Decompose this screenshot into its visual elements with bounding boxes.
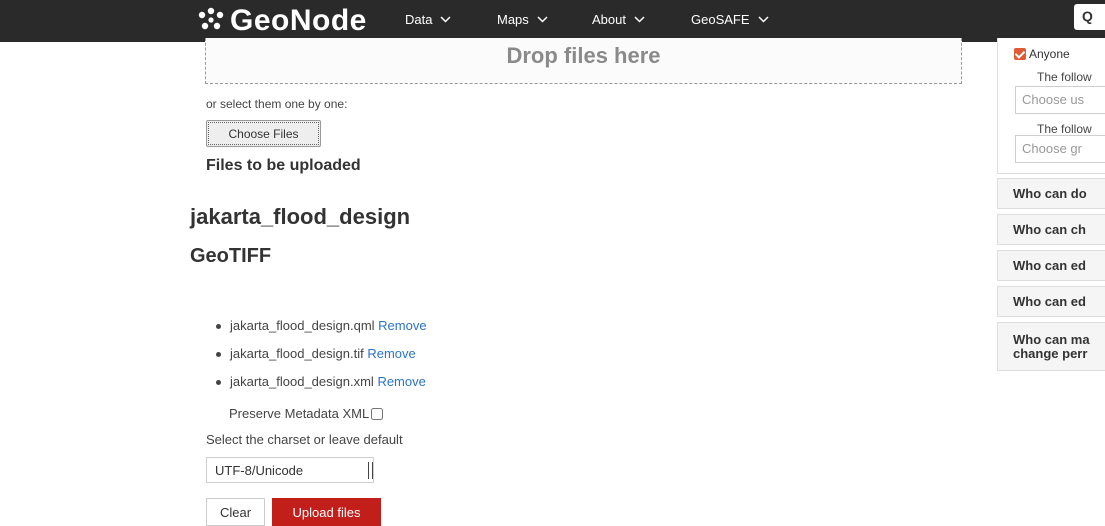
nav-data-menu[interactable]: Data	[405, 12, 451, 27]
file-name: jakarta_flood_design.xml	[230, 374, 374, 389]
file-name: jakarta_flood_design.qml	[230, 318, 375, 333]
remove-file-link[interactable]: Remove	[378, 318, 426, 333]
permission-row-label: Who can ch	[1013, 222, 1086, 237]
preserve-metadata-checkbox[interactable]	[371, 407, 383, 420]
follow-users-text: The follow	[1037, 70, 1092, 84]
list-item: jakarta_flood_design.tif Remove	[216, 346, 427, 374]
select-arrow-icon	[368, 462, 373, 479]
remove-file-link[interactable]: Remove	[367, 346, 415, 361]
chevron-down-icon	[634, 16, 645, 23]
nav-about-label: About	[592, 12, 626, 27]
permission-row-manage[interactable]: Who can ma change perr	[997, 322, 1105, 371]
file-name: jakarta_flood_design.tif	[230, 346, 364, 361]
top-navbar: GeoNode Data Maps About GeoSAFE Q	[0, 0, 1105, 42]
upload-files-button[interactable]: Upload files	[272, 498, 381, 526]
chevron-down-icon	[537, 16, 548, 23]
list-item: jakarta_flood_design.qml Remove	[216, 318, 427, 346]
brand-logo[interactable]: GeoNode	[196, 4, 367, 38]
nav-geosafe-menu[interactable]: GeoSAFE	[691, 12, 769, 27]
charset-label: Select the charset or leave default	[206, 432, 403, 447]
choose-files-button[interactable]: Choose Files	[206, 120, 321, 147]
layer-name-heading: jakarta_flood_design	[190, 204, 411, 229]
nav-data-label: Data	[405, 12, 433, 27]
nav-maps-menu[interactable]: Maps	[497, 12, 548, 27]
charset-select[interactable]: UTF-8/Unicode	[206, 457, 374, 483]
preserve-metadata-option: Preserve Metadata XML	[229, 406, 405, 421]
permission-row-label: Who can do	[1013, 186, 1087, 201]
select-files-hint: or select them one by one:	[206, 97, 348, 111]
permission-row-label: Who can ed	[1013, 258, 1086, 273]
search-input[interactable]: Q	[1074, 4, 1105, 30]
file-drop-zone[interactable]: Drop files here	[205, 38, 962, 84]
nav-maps-label: Maps	[497, 12, 529, 27]
remove-file-link[interactable]: Remove	[377, 374, 425, 389]
permission-row-edit-data[interactable]: Who can ed	[997, 250, 1105, 281]
follow-groups-text: The follow	[1037, 122, 1092, 136]
clear-button[interactable]: Clear	[206, 498, 265, 526]
nav-about-menu[interactable]: About	[592, 12, 645, 27]
checkbox-checked-icon[interactable]	[1014, 48, 1026, 60]
list-item: jakarta_flood_design.xml Remove	[216, 374, 427, 402]
upload-file-list: jakarta_flood_design.qml Remove jakarta_…	[216, 318, 427, 402]
choose-groups-input[interactable]: Choose gr	[1015, 135, 1105, 163]
geonode-logo-icon	[198, 7, 224, 30]
drop-zone-label: Drop files here	[506, 43, 661, 68]
charset-selected-value: UTF-8/Unicode	[215, 462, 304, 478]
anyone-label: Anyone	[1029, 47, 1070, 61]
files-to-upload-heading: Files to be uploaded	[206, 157, 361, 174]
anyone-permission[interactable]: Anyone	[1014, 47, 1070, 61]
permission-row-edit-style[interactable]: Who can ed	[997, 286, 1105, 317]
chevron-down-icon	[758, 16, 769, 23]
nav-geosafe-label: GeoSAFE	[691, 12, 750, 27]
chevron-down-icon	[440, 16, 451, 23]
brand-name: GeoNode	[230, 4, 367, 37]
permission-row-change[interactable]: Who can ch	[997, 214, 1105, 245]
choose-users-input[interactable]: Choose us	[1015, 86, 1105, 114]
permission-row-download[interactable]: Who can do	[997, 178, 1105, 209]
search-placeholder-partial: Q	[1082, 8, 1093, 24]
permission-row-label: Who can ed	[1013, 294, 1086, 309]
layer-type-heading: GeoTIFF	[190, 245, 272, 267]
permission-row-label: Who can ma change perr	[1013, 331, 1090, 361]
